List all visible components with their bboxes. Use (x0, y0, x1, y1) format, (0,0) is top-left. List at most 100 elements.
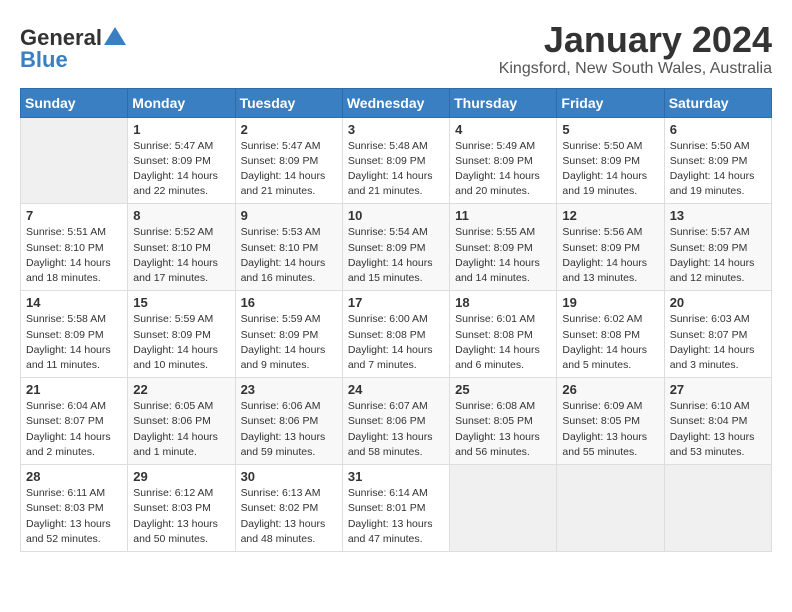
location-title: Kingsford, New South Wales, Australia (499, 60, 772, 78)
weekday-header-row: SundayMondayTuesdayWednesdayThursdayFrid… (21, 88, 772, 117)
day-info: Sunrise: 6:06 AMSunset: 8:06 PMDaylight:… (241, 399, 337, 460)
day-number: 21 (26, 382, 122, 397)
logo: General Blue (20, 25, 126, 73)
day-info: Sunrise: 6:07 AMSunset: 8:06 PMDaylight:… (348, 399, 444, 460)
day-number: 14 (26, 295, 122, 310)
day-number: 8 (133, 208, 229, 223)
day-number: 10 (348, 208, 444, 223)
logo-blue-text: Blue (20, 47, 68, 73)
calendar-cell: 7 Sunrise: 5:51 AMSunset: 8:10 PMDaylight… (21, 204, 128, 291)
page-header: General Blue January 2024 Kingsford, New… (20, 20, 772, 78)
calendar-cell: 30 Sunrise: 6:13 AMSunset: 8:02 PMDayligh… (235, 465, 342, 552)
calendar-cell: 28 Sunrise: 6:11 AMSunset: 8:03 PMDayligh… (21, 465, 128, 552)
calendar-cell (557, 465, 664, 552)
day-info: Sunrise: 5:58 AMSunset: 8:09 PMDaylight:… (26, 312, 122, 373)
calendar-week-row: 7 Sunrise: 5:51 AMSunset: 8:10 PMDaylight… (21, 204, 772, 291)
day-number: 2 (241, 122, 337, 137)
day-info: Sunrise: 6:11 AMSunset: 8:03 PMDaylight:… (26, 486, 122, 547)
calendar-cell: 15Sunrise: 5:59 AMSunset: 8:09 PMDayligh… (128, 291, 235, 378)
day-info: Sunrise: 6:05 AMSunset: 8:06 PMDaylight:… (133, 399, 229, 460)
calendar-week-row: 14 Sunrise: 5:58 AMSunset: 8:09 PMDayligh… (21, 291, 772, 378)
day-info: Sunrise: 5:59 AMSunset: 8:09 PMDaylight:… (133, 312, 229, 373)
day-info: Sunrise: 5:48 AMSunset: 8:09 PMDaylight:… (348, 139, 444, 200)
day-number: 1 (133, 122, 229, 137)
calendar-table: SundayMondayTuesdayWednesdayThursdayFrid… (20, 88, 772, 552)
day-info: Sunrise: 6:12 AMSunset: 8:03 PMDaylight:… (133, 486, 229, 547)
calendar-cell: 9 Sunrise: 5:53 AMSunset: 8:10 PMDaylight… (235, 204, 342, 291)
day-number: 3 (348, 122, 444, 137)
day-info: Sunrise: 5:54 AMSunset: 8:09 PMDaylight:… (348, 225, 444, 286)
weekday-header-tuesday: Tuesday (235, 88, 342, 117)
day-number: 7 (26, 208, 122, 223)
day-info: Sunrise: 5:47 AMSunset: 8:09 PMDaylight:… (133, 139, 229, 200)
day-number: 9 (241, 208, 337, 223)
calendar-cell: 12Sunrise: 5:56 AMSunset: 8:09 PMDayligh… (557, 204, 664, 291)
day-number: 31 (348, 469, 444, 484)
logo-icon (104, 27, 126, 45)
day-info: Sunrise: 6:13 AMSunset: 8:02 PMDaylight:… (241, 486, 337, 547)
calendar-cell: 10 Sunrise: 5:54 AMSunset: 8:09 PMDayligh… (342, 204, 449, 291)
calendar-cell: 24 Sunrise: 6:07 AMSunset: 8:06 PMDayligh… (342, 378, 449, 465)
day-info: Sunrise: 5:57 AMSunset: 8:09 PMDaylight:… (670, 225, 766, 286)
calendar-cell: 21 Sunrise: 6:04 AMSunset: 8:07 PMDayligh… (21, 378, 128, 465)
calendar-cell: 4Sunrise: 5:49 AMSunset: 8:09 PMDaylight… (450, 117, 557, 204)
calendar-cell: 29Sunrise: 6:12 AMSunset: 8:03 PMDayligh… (128, 465, 235, 552)
calendar-cell: 2 Sunrise: 5:47 AMSunset: 8:09 PMDaylight… (235, 117, 342, 204)
day-info: Sunrise: 5:50 AMSunset: 8:09 PMDaylight:… (670, 139, 766, 200)
calendar-cell: 14 Sunrise: 5:58 AMSunset: 8:09 PMDayligh… (21, 291, 128, 378)
calendar-cell (21, 117, 128, 204)
calendar-week-row: 21 Sunrise: 6:04 AMSunset: 8:07 PMDayligh… (21, 378, 772, 465)
day-info: Sunrise: 5:53 AMSunset: 8:10 PMDaylight:… (241, 225, 337, 286)
calendar-cell: 27 Sunrise: 6:10 AMSunset: 8:04 PMDayligh… (664, 378, 771, 465)
day-info: Sunrise: 6:04 AMSunset: 8:07 PMDaylight:… (26, 399, 122, 460)
calendar-cell: 31 Sunrise: 6:14 AMSunset: 8:01 PMDayligh… (342, 465, 449, 552)
day-number: 16 (241, 295, 337, 310)
day-info: Sunrise: 6:10 AMSunset: 8:04 PMDaylight:… (670, 399, 766, 460)
day-number: 13 (670, 208, 766, 223)
calendar-cell: 18 Sunrise: 6:01 AMSunset: 8:08 PMDayligh… (450, 291, 557, 378)
calendar-week-row: 28 Sunrise: 6:11 AMSunset: 8:03 PMDayligh… (21, 465, 772, 552)
weekday-header-friday: Friday (557, 88, 664, 117)
calendar-week-row: 1 Sunrise: 5:47 AMSunset: 8:09 PMDaylight… (21, 117, 772, 204)
day-info: Sunrise: 6:09 AMSunset: 8:05 PMDaylight:… (562, 399, 658, 460)
weekday-header-sunday: Sunday (21, 88, 128, 117)
weekday-header-monday: Monday (128, 88, 235, 117)
day-info: Sunrise: 5:47 AMSunset: 8:09 PMDaylight:… (241, 139, 337, 200)
day-number: 19 (562, 295, 658, 310)
day-number: 23 (241, 382, 337, 397)
day-info: Sunrise: 5:52 AMSunset: 8:10 PMDaylight:… (133, 225, 229, 286)
calendar-cell (664, 465, 771, 552)
day-info: Sunrise: 6:02 AMSunset: 8:08 PMDaylight:… (562, 312, 658, 373)
calendar-cell: 5Sunrise: 5:50 AMSunset: 8:09 PMDaylight… (557, 117, 664, 204)
day-info: Sunrise: 6:08 AMSunset: 8:05 PMDaylight:… (455, 399, 551, 460)
day-number: 28 (26, 469, 122, 484)
day-info: Sunrise: 5:56 AMSunset: 8:09 PMDaylight:… (562, 225, 658, 286)
weekday-header-wednesday: Wednesday (342, 88, 449, 117)
calendar-cell: 23 Sunrise: 6:06 AMSunset: 8:06 PMDayligh… (235, 378, 342, 465)
day-number: 6 (670, 122, 766, 137)
calendar-cell: 22Sunrise: 6:05 AMSunset: 8:06 PMDayligh… (128, 378, 235, 465)
day-number: 24 (348, 382, 444, 397)
day-number: 30 (241, 469, 337, 484)
day-info: Sunrise: 6:01 AMSunset: 8:08 PMDaylight:… (455, 312, 551, 373)
day-info: Sunrise: 6:14 AMSunset: 8:01 PMDaylight:… (348, 486, 444, 547)
calendar-cell: 11Sunrise: 5:55 AMSunset: 8:09 PMDayligh… (450, 204, 557, 291)
day-info: Sunrise: 5:50 AMSunset: 8:09 PMDaylight:… (562, 139, 658, 200)
month-title: January 2024 (499, 20, 772, 60)
day-info: Sunrise: 5:59 AMSunset: 8:09 PMDaylight:… (241, 312, 337, 373)
day-info: Sunrise: 5:51 AMSunset: 8:10 PMDaylight:… (26, 225, 122, 286)
day-info: Sunrise: 5:55 AMSunset: 8:09 PMDaylight:… (455, 225, 551, 286)
calendar-cell: 1 Sunrise: 5:47 AMSunset: 8:09 PMDaylight… (128, 117, 235, 204)
calendar-cell: 13 Sunrise: 5:57 AMSunset: 8:09 PMDayligh… (664, 204, 771, 291)
calendar-cell: 19 Sunrise: 6:02 AMSunset: 8:08 PMDayligh… (557, 291, 664, 378)
day-number: 18 (455, 295, 551, 310)
calendar-cell: 20Sunrise: 6:03 AMSunset: 8:07 PMDayligh… (664, 291, 771, 378)
calendar-cell: 8 Sunrise: 5:52 AMSunset: 8:10 PMDaylight… (128, 204, 235, 291)
calendar-cell: 6 Sunrise: 5:50 AMSunset: 8:09 PMDaylight… (664, 117, 771, 204)
day-number: 25 (455, 382, 551, 397)
day-number: 27 (670, 382, 766, 397)
calendar-cell: 26Sunrise: 6:09 AMSunset: 8:05 PMDayligh… (557, 378, 664, 465)
day-number: 4 (455, 122, 551, 137)
calendar-cell (450, 465, 557, 552)
day-info: Sunrise: 6:00 AMSunset: 8:08 PMDaylight:… (348, 312, 444, 373)
